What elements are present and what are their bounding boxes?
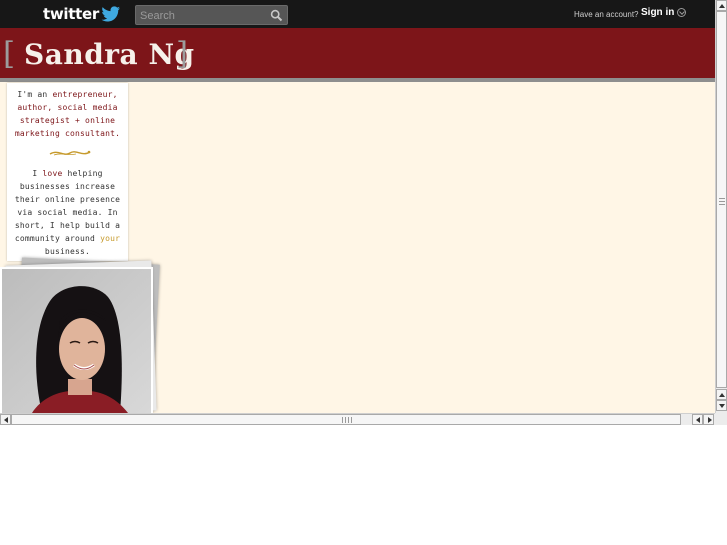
flourish-divider (49, 150, 91, 156)
arrow-down-icon (719, 404, 725, 408)
bio-text: helping businesses increase their online… (14, 169, 121, 243)
grip-icon (342, 417, 354, 423)
scroll-down-button[interactable] (716, 400, 727, 411)
bio-paragraph-2: I love helping businesses increase their… (10, 167, 125, 258)
bio-text: I'm an (17, 90, 53, 99)
banner-bracket-right: ] (176, 36, 189, 72)
twitter-bird-icon (101, 6, 120, 22)
horizontal-scroll-thumb[interactable] (11, 414, 681, 425)
page-viewport: twitter Have an account? Sign in [ Sandr… (0, 0, 715, 413)
have-account-text: Have an account? (574, 10, 639, 19)
profile-photo (0, 267, 153, 413)
twitter-logo[interactable]: twitter (43, 4, 121, 24)
profile-photo-image (2, 269, 151, 413)
arrow-up-icon (719, 393, 725, 397)
search-box (135, 5, 288, 25)
bio-highlight-your: your (100, 234, 121, 243)
sign-in-button[interactable]: Sign in (641, 7, 687, 18)
search-input[interactable] (140, 8, 268, 23)
arrow-left-icon (696, 417, 700, 423)
scroll-up-button-lower[interactable] (716, 389, 727, 400)
horizontal-scrollbar[interactable] (0, 413, 715, 425)
scroll-right-button[interactable] (703, 414, 714, 425)
arrow-up-icon (719, 4, 725, 8)
grip-icon (719, 198, 725, 205)
twitter-topbar: twitter Have an account? Sign in (0, 0, 715, 28)
banner-name: Sandra Ng (24, 38, 195, 71)
banner-bracket-left: [ (3, 36, 16, 72)
bio-highlight-love: love (42, 169, 63, 178)
arrow-left-icon (4, 417, 8, 423)
twitter-logo-text: twitter (43, 5, 99, 23)
bio-paragraph-1: I'm an entrepreneur, author, social medi… (10, 88, 125, 140)
arrow-right-icon (708, 417, 712, 423)
bio-card: I'm an entrepreneur, author, social medi… (7, 83, 128, 261)
scroll-up-button[interactable] (716, 0, 727, 11)
scroll-left-button[interactable] (0, 414, 11, 425)
chevron-down-icon (677, 8, 687, 17)
profile-banner: [ Sandra Ng ] (0, 28, 715, 82)
vertical-scroll-thumb[interactable] (716, 11, 727, 388)
scrollbar-corner (715, 413, 727, 425)
scroll-left-button-right[interactable] (692, 414, 703, 425)
search-icon[interactable] (270, 9, 283, 22)
vertical-scrollbar[interactable] (715, 0, 727, 413)
sign-in-label: Sign in (641, 7, 675, 18)
bio-text: business. (44, 247, 91, 256)
photo-stack (0, 257, 162, 413)
bio-text: I (32, 169, 43, 178)
